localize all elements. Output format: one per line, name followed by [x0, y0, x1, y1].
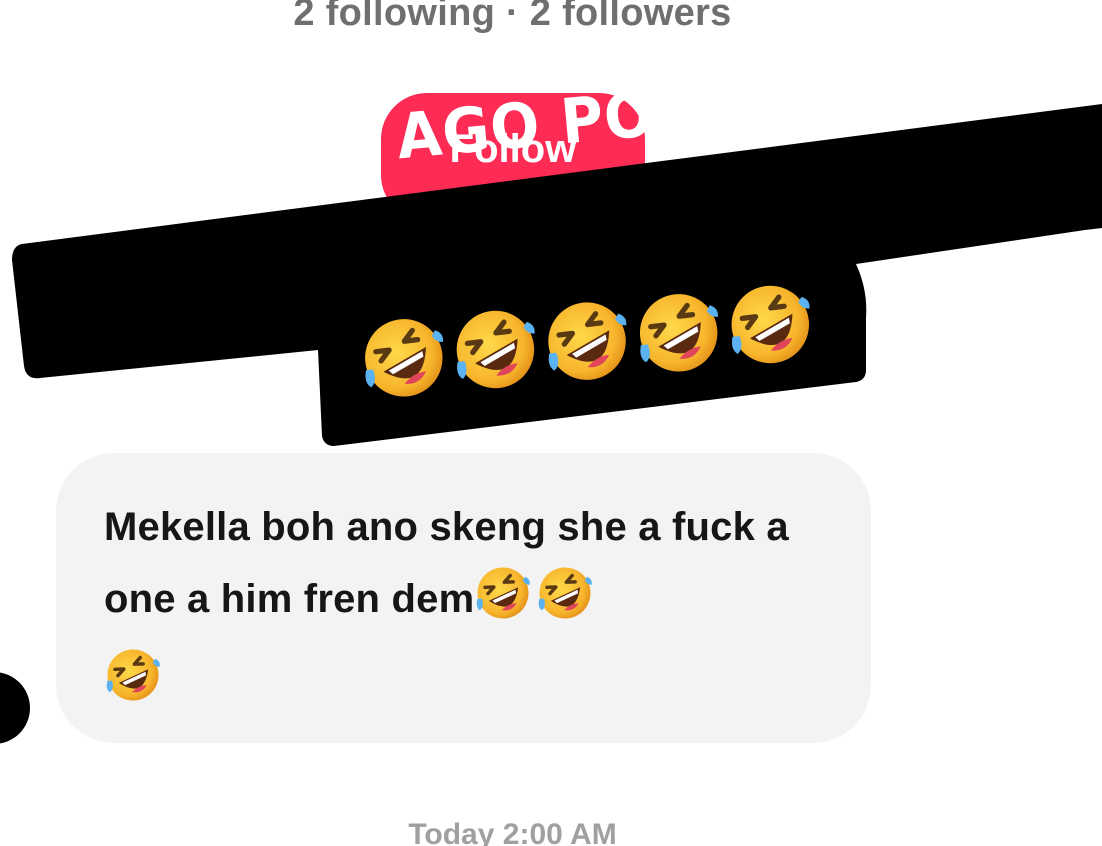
rolling-laughing-icon: [631, 285, 727, 386]
rolling-laughing-icon: [536, 564, 594, 645]
rolling-laughing-icon: [474, 564, 532, 645]
rolling-laughing-icon: [356, 310, 452, 411]
chat-screen: 2 following · 2 followers Follow NOW MIH…: [0, 0, 1102, 846]
message-text: Mekella boh ano skeng she a fuck a one a…: [104, 505, 789, 621]
rolling-laughing-icon: [539, 293, 635, 394]
rolling-laughing-icon: [448, 302, 544, 403]
rolling-laughing-icon: [722, 277, 818, 378]
message-bubble[interactable]: Mekella boh ano skeng she a fuck a one a…: [56, 453, 871, 743]
rolling-laughing-icon: [104, 646, 162, 727]
message-content: Mekella boh ano skeng she a fuck a one a…: [104, 491, 824, 727]
message-timestamp: Today 2:00 AM: [408, 818, 617, 846]
